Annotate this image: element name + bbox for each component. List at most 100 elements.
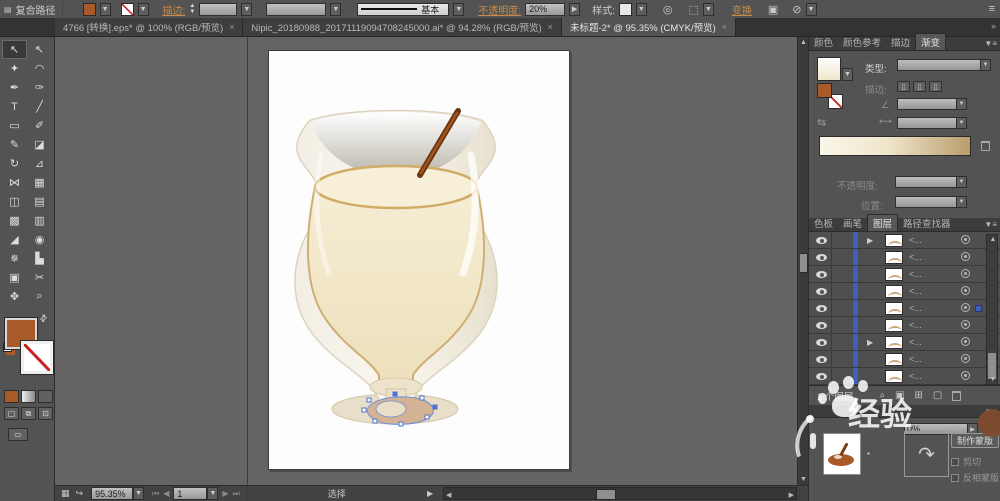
layer-name-label[interactable]: <... <box>909 303 922 313</box>
pen-tool[interactable]: ✒ <box>2 78 27 97</box>
stroke-weight-stepper[interactable]: ▲▼ <box>189 3 195 15</box>
last-artboard-icon[interactable]: ⏭ <box>233 489 240 499</box>
visibility-eye-icon[interactable] <box>816 271 827 278</box>
slice-tool[interactable]: ✂ <box>27 268 52 287</box>
screen-mode-button[interactable]: ▭ <box>8 428 28 441</box>
mesh-tool[interactable]: ▩ <box>2 211 27 230</box>
layer-row[interactable]: <... <box>809 249 1000 266</box>
arrange-icon[interactable]: ↪ <box>76 488 84 499</box>
selected-shape-hole[interactable] <box>376 401 406 417</box>
layer-target-icon[interactable] <box>961 337 970 346</box>
layer-thumbnail[interactable] <box>885 336 903 349</box>
fill-color-swatch[interactable] <box>83 3 96 16</box>
zoom-tool[interactable]: ⌕ <box>27 287 52 306</box>
document-tab[interactable]: 未标题-2* @ 95.35% (CMYK/预览)× <box>562 18 736 36</box>
layer-thumbnail[interactable] <box>885 234 903 247</box>
artboard-number-field[interactable]: 1 <box>173 487 207 500</box>
lasso-tool[interactable]: ◠ <box>27 59 52 78</box>
layer-target-icon[interactable] <box>961 320 970 329</box>
layer-thumbnail[interactable] <box>885 319 903 332</box>
mask-target-area[interactable]: ↷ <box>904 431 949 477</box>
gradient-type-dropdown[interactable]: ▼ <box>897 59 991 71</box>
draw-behind-button[interactable]: ⧉ <box>21 407 36 420</box>
first-artboard-icon[interactable]: ⏮ <box>152 489 159 499</box>
gradient-swatch-dropdown-icon[interactable]: ▼ <box>842 68 853 81</box>
select-similar-dropdown-icon[interactable]: ▼ <box>806 3 817 16</box>
artboard[interactable] <box>268 50 570 470</box>
horizontal-scrollbar[interactable]: ◀ ▶ <box>443 487 797 500</box>
select-similar-icon[interactable]: ⊘ <box>792 3 801 16</box>
panel-tab-路径查找器[interactable]: 路径查找器 <box>898 215 956 231</box>
scroll-left-icon[interactable]: ◀ <box>446 491 451 499</box>
reverse-gradient-icon[interactable]: ⇆ <box>817 116 826 129</box>
panel-tab-图层[interactable]: 图层 <box>867 214 898 231</box>
layer-target-icon[interactable] <box>961 269 970 278</box>
aspect-ratio-icon[interactable]: ⟷ <box>879 116 892 127</box>
horizontal-scroll-thumb[interactable] <box>596 489 616 500</box>
panel-tab-颜色参考[interactable]: 颜色参考 <box>838 34 886 50</box>
document-tab[interactable]: Nipic_20180988_20171119094708245000.ai* … <box>243 18 562 36</box>
stroke-along-icon[interactable]: ▯ <box>913 81 926 92</box>
layer-target-icon[interactable] <box>961 286 970 295</box>
type-tool[interactable]: T <box>2 97 27 116</box>
control-panel-menu-icon[interactable]: ≡ <box>989 3 995 15</box>
magic-wand-tool[interactable]: ✦ <box>2 59 27 78</box>
blend-tool[interactable]: ◉ <box>27 230 52 249</box>
gradient-angle-field[interactable]: ▼ <box>897 98 967 110</box>
locate-object-icon[interactable]: ⌕ <box>879 390 885 401</box>
clip-checkbox[interactable]: 剪切 <box>951 455 981 468</box>
stroke-weight-field[interactable] <box>199 3 237 16</box>
visibility-eye-icon[interactable] <box>816 288 827 295</box>
blob-brush-tool[interactable]: ✑ <box>27 78 52 97</box>
visibility-eye-icon[interactable] <box>816 305 827 312</box>
layer-name-label[interactable]: <... <box>909 269 922 279</box>
style-dropdown-icon[interactable]: ▼ <box>636 3 647 16</box>
panel-tab-描边[interactable]: 描边 <box>886 34 915 50</box>
delete-stop-icon[interactable] <box>981 141 990 151</box>
layer-thumbnail[interactable] <box>885 353 903 366</box>
hand-tool[interactable]: ✥ <box>2 287 27 306</box>
visibility-eye-icon[interactable] <box>816 237 827 244</box>
vertical-scroll-thumb[interactable] <box>799 253 808 273</box>
panel-tab-色板[interactable]: 色板 <box>809 215 838 231</box>
gradient-mode-button[interactable] <box>21 390 36 403</box>
pencil-tool[interactable]: ✎ <box>2 135 27 154</box>
glass-artwork[interactable] <box>269 51 571 471</box>
layer-row[interactable]: <... <box>809 317 1000 334</box>
layer-name-label[interactable]: <... <box>909 320 922 330</box>
layers-scrollbar[interactable]: ▲ ▼ <box>986 234 998 385</box>
perspective-grid-tool[interactable]: ▤ <box>27 192 52 211</box>
panel-tab-menu-icon[interactable]: ▼≡ <box>984 220 997 229</box>
gradient-fill-proxy[interactable] <box>817 83 832 98</box>
layer-target-icon[interactable] <box>961 371 970 380</box>
opacity-field[interactable]: 20% <box>525 3 565 16</box>
gradient-tool[interactable]: ▥ <box>27 211 52 230</box>
isolate-selected-icon[interactable]: ▣ <box>768 3 778 16</box>
gradient-fill-swatch[interactable] <box>817 57 841 81</box>
document-tab[interactable]: 4766 [转换].eps* @ 100% (RGB/预览)× <box>55 18 243 36</box>
symbol-sprayer-tool[interactable]: ✵ <box>2 249 27 268</box>
opacity-dropdown-icon[interactable]: ▶ <box>569 3 580 16</box>
swap-fill-stroke-icon[interactable]: ⇄ <box>37 312 50 325</box>
layer-target-icon[interactable] <box>961 252 970 261</box>
visibility-eye-icon[interactable] <box>816 254 827 261</box>
scale-tool[interactable]: ⊿ <box>27 154 52 173</box>
layer-row[interactable]: <... <box>809 351 1000 368</box>
layer-name-label[interactable]: <... <box>909 235 922 245</box>
layer-row[interactable]: <... <box>809 283 1000 300</box>
eraser-tool[interactable]: ◪ <box>27 135 52 154</box>
layer-thumbnail[interactable] <box>885 302 903 315</box>
visibility-eye-icon[interactable] <box>816 356 827 363</box>
artboard-tool[interactable]: ▣ <box>2 268 27 287</box>
paintbrush-tool[interactable]: ✐ <box>27 116 52 135</box>
clip-checkbox-box[interactable] <box>951 458 959 466</box>
draw-inside-button[interactable]: ⊡ <box>38 407 53 420</box>
visibility-eye-icon[interactable] <box>816 322 827 329</box>
layers-scroll-up-icon[interactable]: ▲ <box>987 236 999 243</box>
close-tab-icon[interactable]: × <box>548 22 553 32</box>
rectangle-tool[interactable]: ▭ <box>2 116 27 135</box>
gradient-slider[interactable] <box>819 136 971 156</box>
stroke-link[interactable]: 描边: <box>163 2 186 17</box>
stop-location-field[interactable]: ▼ <box>895 196 967 208</box>
panel-grid-icon[interactable]: ▤ <box>4 5 12 14</box>
